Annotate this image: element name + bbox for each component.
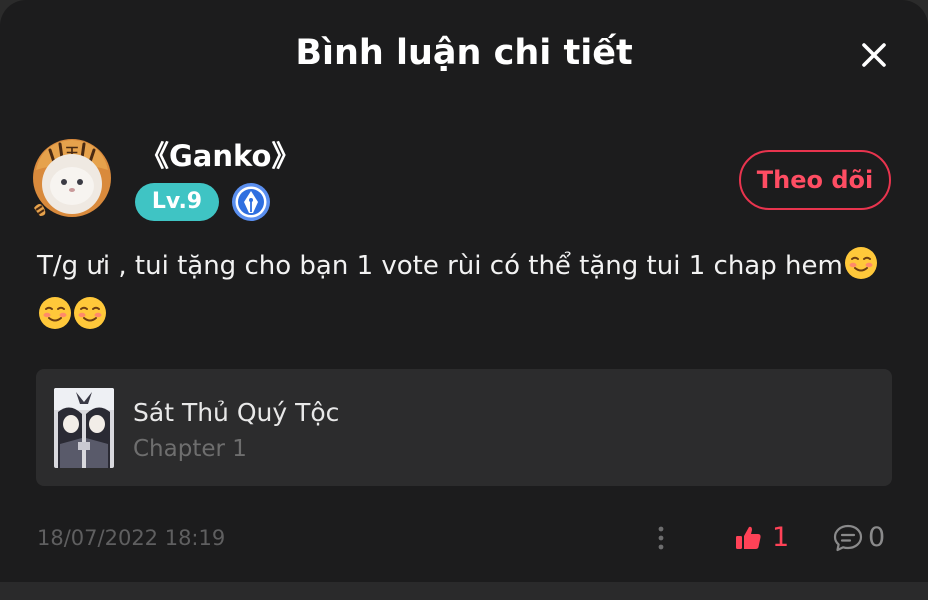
more-button[interactable] [646, 520, 676, 556]
manga-title: Sát Thủ Quý Tộc [133, 398, 340, 427]
username[interactable]: 《Ganko》 [140, 135, 300, 177]
comment-body: T/g ưi , tui tặng cho bạn 1 vote rùi có … [37, 241, 897, 341]
comment-text: T/g ưi , tui tặng cho bạn 1 vote rùi có … [37, 251, 843, 281]
follow-button[interactable]: Theo dõi [739, 150, 891, 210]
manga-card[interactable]: Sát Thủ Quý Tộc Chapter 1 [36, 369, 892, 486]
level-badge: Lv.9 [135, 183, 219, 221]
more-vertical-icon [658, 526, 664, 550]
smiling-blush-emoji [74, 297, 106, 329]
reply-button[interactable]: 0 [832, 518, 885, 558]
close-icon [862, 43, 886, 67]
pen-nib-badge-icon [231, 182, 271, 222]
comment-bubble-icon [833, 524, 863, 552]
like-count: 1 [772, 522, 790, 553]
comment-timestamp: 18/07/2022 18:19 [37, 526, 226, 550]
manga-chapter: Chapter 1 [133, 436, 247, 462]
page-title: Bình luận chi tiết [295, 33, 633, 73]
avatar[interactable]: 王 [30, 136, 114, 220]
close-button[interactable] [850, 32, 896, 78]
smiling-blush-emoji [844, 247, 877, 279]
thumbs-up-icon [736, 526, 761, 549]
comment-detail-sheet: Bình luận chi tiết 王 《Ganko》 Lv.9 [0, 0, 928, 582]
manga-cover [54, 388, 114, 468]
reply-count: 0 [868, 522, 886, 553]
like-button[interactable]: 1 [734, 518, 789, 558]
smiling-blush-emoji [39, 297, 71, 329]
bottom-divider [0, 582, 928, 600]
